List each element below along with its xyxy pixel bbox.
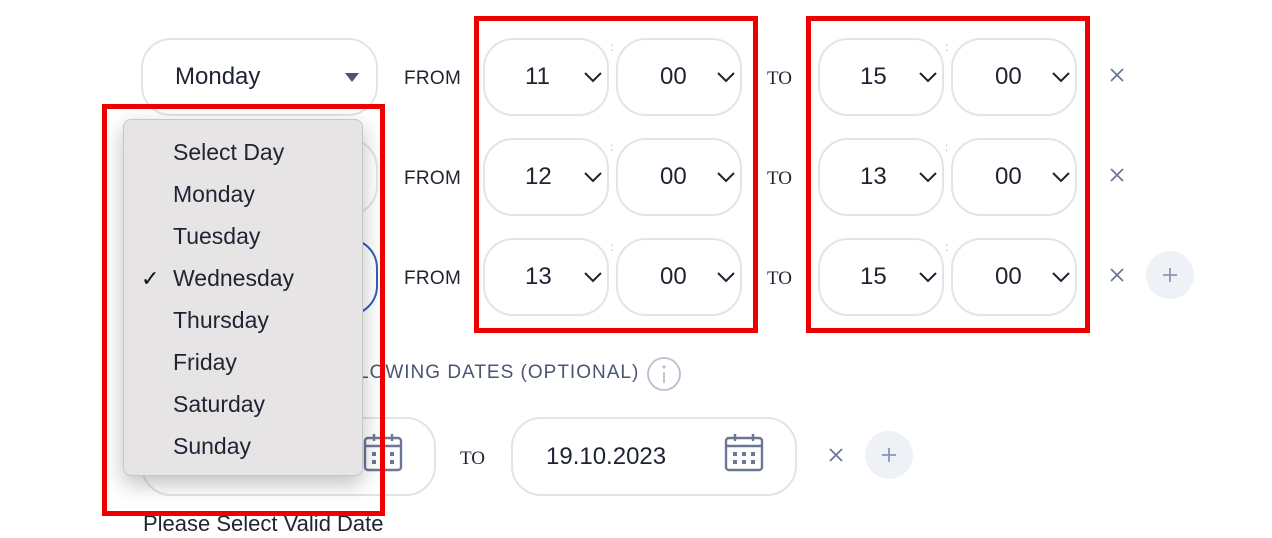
close-icon[interactable] — [1108, 266, 1126, 284]
plus-icon — [882, 448, 896, 462]
highlight-box-dropdown — [102, 104, 385, 516]
add-time-slot-button[interactable] — [1146, 251, 1194, 299]
end-date-input[interactable]: 19.10.2023 — [511, 417, 797, 496]
highlight-box-to-times — [806, 16, 1090, 333]
day-select-value: Monday — [175, 63, 261, 90]
close-icon[interactable] — [1108, 66, 1126, 84]
from-label: FROM — [404, 68, 462, 89]
highlight-box-from-times — [474, 16, 758, 333]
caret-down-icon — [345, 73, 359, 82]
plus-icon — [1163, 268, 1177, 282]
from-label: FROM — [404, 168, 462, 189]
from-label: FROM — [404, 268, 462, 289]
close-icon[interactable] — [1108, 166, 1126, 184]
info-icon[interactable] — [646, 356, 682, 392]
add-date-range-button[interactable] — [865, 431, 913, 479]
to-label: TO — [767, 168, 792, 189]
close-icon[interactable] — [827, 446, 845, 464]
dates-section-heading: LOWING DATES (OPTIONAL) — [358, 362, 640, 383]
to-label: TO — [767, 268, 792, 289]
calendar-icon[interactable] — [723, 431, 765, 473]
to-label: TO — [767, 68, 792, 89]
end-date-value: 19.10.2023 — [546, 442, 667, 470]
to-label: TO — [460, 448, 485, 469]
